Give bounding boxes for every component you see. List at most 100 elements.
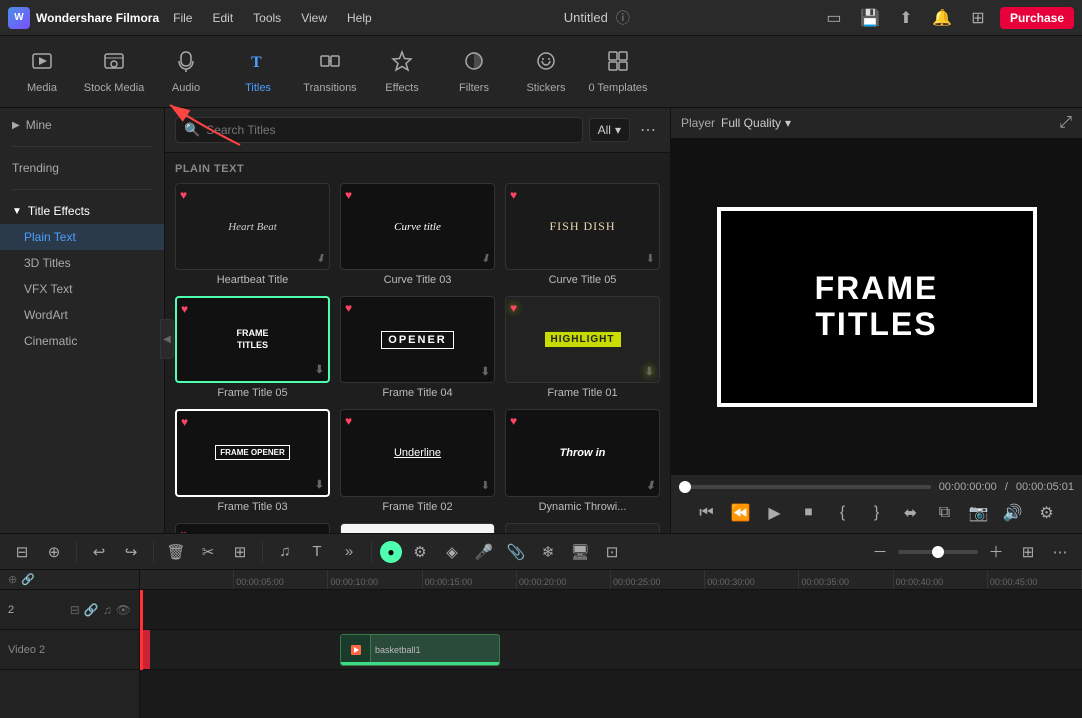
toolbar-templates[interactable]: 0 Templates [584, 40, 652, 104]
panel-item-plain-text[interactable]: Plain Text [0, 224, 164, 250]
favorite-icon: ♥ [180, 528, 187, 533]
mark-out-button[interactable]: } [863, 499, 891, 527]
progress-bar[interactable] [679, 485, 931, 489]
track-row-video2 [140, 590, 1082, 630]
toolbar-transitions[interactable]: Transitions [296, 40, 364, 104]
extract-button[interactable]: ⬌ [897, 499, 925, 527]
upload-icon[interactable]: ⬆ [892, 4, 920, 32]
menu-edit[interactable]: Edit [210, 7, 235, 29]
menu-help[interactable]: Help [345, 7, 374, 29]
track-audio-icon[interactable]: ♫ [103, 603, 112, 617]
grid-item-frame02[interactable]: ♥ Underline ⬇ Frame Title 02 [340, 409, 495, 512]
zoom-slider[interactable] [898, 550, 978, 554]
toolbar-filters[interactable]: Filters [440, 40, 508, 104]
panel-item-vfx-text[interactable]: VFX Text [0, 276, 164, 302]
tl-undo-button[interactable]: ↩ [85, 538, 113, 566]
grid-item-frame04[interactable]: ♥ OPENER ⬇ Frame Title 04 [340, 296, 495, 399]
toolbar-audio[interactable]: Audio [152, 40, 220, 104]
tl-delete-button[interactable]: 🗑 [162, 538, 190, 566]
grid-item-curve05[interactable]: ♥ FISH DISH ⬇ Curve Title 05 [505, 183, 660, 286]
tl-more2-button[interactable]: ⋯ [1046, 538, 1074, 566]
step-back-button[interactable]: ⏪ [727, 499, 755, 527]
grid-item-frame01[interactable]: ♥ HIGHLIGHT ⬇ Frame Title 01 [505, 296, 660, 399]
tl-record-button[interactable]: ● [380, 541, 402, 563]
zoom-handle[interactable] [932, 546, 944, 558]
track-layers-icon[interactable]: ⊟ [70, 603, 80, 617]
add-track-button[interactable]: ⊕ [8, 573, 17, 586]
tl-layout-button[interactable]: ⊟ [8, 538, 36, 566]
tl-magnet-button[interactable]: ⊕ [40, 538, 68, 566]
video-clip-basketball[interactable]: basketball1 [340, 634, 500, 666]
quality-selector[interactable]: Full Quality ▾ [721, 116, 791, 130]
settings-button[interactable]: ⚙ [1033, 499, 1061, 527]
snap-button[interactable]: 🔗 [21, 573, 35, 586]
tl-marker-button[interactable]: ◈ [438, 538, 466, 566]
search-input[interactable] [206, 123, 573, 137]
grid-item-dynamic[interactable]: ♥ Throw in ⬇ Dynamic Throwi... [505, 409, 660, 512]
toolbar-titles[interactable]: T Titles [224, 40, 292, 104]
grid-item-frame05[interactable]: ♥ FRAMETITLES ⬇ Frame Title 05 [175, 296, 330, 399]
panel-header-title-effects[interactable]: ▼ Title Effects [0, 198, 164, 224]
expand-player-button[interactable]: ⤢ [1059, 114, 1072, 132]
track-eye-icon[interactable]: 👁 [116, 603, 131, 617]
panel-collapse-button[interactable]: ◀ [160, 319, 165, 359]
menu-view[interactable]: View [299, 7, 329, 29]
toolbar-stickers[interactable]: Stickers [512, 40, 580, 104]
grid-item-lorem[interactable]: Lorem ipsumdolor sit amet [340, 523, 495, 533]
tl-freeze-button[interactable]: ❄ [534, 538, 562, 566]
tl-redo-button[interactable]: ↪ [117, 538, 145, 566]
save-icon[interactable]: 💾 [856, 4, 884, 32]
panel-header-trending[interactable]: Trending [0, 155, 164, 181]
menu-file[interactable]: File [171, 7, 194, 29]
more-options-button[interactable]: ⋯ [636, 116, 660, 144]
grid-item-heartbeat[interactable]: ♥ Heart Beat ⬇ Heartbeat Title [175, 183, 330, 286]
rewind-button[interactable]: ⏮ [693, 499, 721, 527]
toolbar-stock[interactable]: Stock Media [80, 40, 148, 104]
tl-divider-1 [76, 542, 77, 562]
playhead-marker[interactable] [140, 590, 143, 670]
filter-dropdown[interactable]: All ▾ [589, 118, 630, 142]
notification-icon[interactable]: 🔔 [928, 4, 956, 32]
toolbar-effects[interactable]: Effects [368, 40, 436, 104]
capture-button[interactable]: 📷 [965, 499, 993, 527]
tl-zoom-in-button[interactable]: ＋ [982, 538, 1010, 566]
grid-item-curve03[interactable]: ♥ Curve title ⬇ Curve Title 03 [340, 183, 495, 286]
track-link-icon[interactable]: 🔗 [84, 603, 99, 617]
tl-overlay-button[interactable]: ⊡ [598, 538, 626, 566]
tl-screen-button[interactable]: 🖥 [566, 538, 594, 566]
pip-button[interactable]: ⧉ [931, 499, 959, 527]
grid-item-glow[interactable]: ♥ Glow Breath Glow Breath... [175, 523, 330, 533]
tl-settings-gear[interactable]: ⚙ [406, 538, 434, 566]
info-icon[interactable]: ⓘ [616, 8, 630, 28]
panel-item-wordart[interactable]: WordArt [0, 302, 164, 328]
tl-title-button[interactable]: T [303, 538, 331, 566]
player-bar: Player Full Quality ▾ ⤢ [671, 108, 1082, 139]
favorite-icon: ♥ [345, 414, 352, 428]
grid-item-frame03[interactable]: ♥ FRAME OPENER ⬇ Frame Title 03 [175, 409, 330, 512]
tl-more-button[interactable]: » [335, 538, 363, 566]
mark-in-button[interactable]: { [829, 499, 857, 527]
title-area: Untitled ⓘ [374, 8, 820, 28]
tl-clip-button[interactable]: 📎 [502, 538, 530, 566]
grid-icon[interactable]: ⊞ [964, 4, 992, 32]
panel-header-mine[interactable]: ▶ Mine [0, 112, 164, 138]
tl-crop-button[interactable]: ⊞ [226, 538, 254, 566]
tl-cut-button[interactable]: ✂ [194, 538, 222, 566]
panel-item-cinematic[interactable]: Cinematic [0, 328, 164, 354]
tl-grid-view-button[interactable]: ⊞ [1014, 538, 1042, 566]
purchase-button[interactable]: Purchase [1000, 7, 1074, 29]
tl-audio-button[interactable]: ♫ [271, 538, 299, 566]
toolbar-media[interactable]: Media [8, 40, 76, 104]
time-separator: / [1005, 481, 1008, 493]
volume-button[interactable]: 🔊 [999, 499, 1027, 527]
play-button[interactable]: ▶ [761, 499, 789, 527]
search-input-wrap: 🔍 [175, 117, 583, 143]
grid-item-empty[interactable] [505, 523, 660, 533]
tl-voiceover-button[interactable]: 🎤 [470, 538, 498, 566]
menu-tools[interactable]: Tools [251, 7, 283, 29]
panel-item-3d-titles[interactable]: 3D Titles [0, 250, 164, 276]
tl-zoom-out-button[interactable]: － [866, 538, 894, 566]
stop-button[interactable]: ⏹ [795, 499, 823, 527]
progress-handle[interactable] [679, 481, 691, 493]
minimize-icon[interactable]: ▭ [820, 4, 848, 32]
